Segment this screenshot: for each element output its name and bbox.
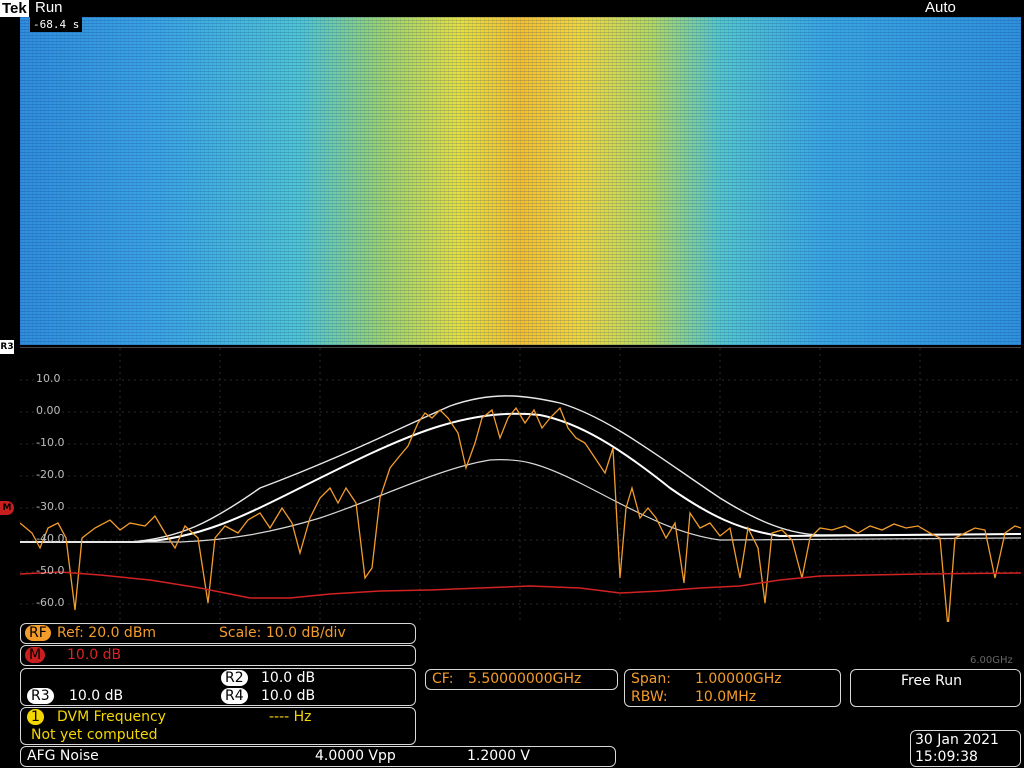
span-label: Span: [631,671,671,687]
stop-frequency-label: 6.00GHz [970,655,1013,666]
spectrogram-display[interactable] [20,17,1021,345]
afg-offset: 1.2000 V [467,748,531,764]
r3-value: 10.0 dB [69,688,124,704]
trigger-value: Free Run [901,673,963,689]
ref-marker[interactable]: R3 [0,340,14,354]
tek-logo: Tek [0,0,29,17]
rf-readout[interactable]: RF Ref: 20.0 dBm Scale: 10.0 dB/div [20,623,416,644]
math-value: 10.0 dB [67,647,122,663]
r2-value: 10.0 dB [261,670,316,686]
y-label-minus20: -20.0 [36,468,65,481]
trigger-mode-indicator[interactable]: Auto [925,0,956,16]
rbw-label: RBW: [631,689,668,705]
math-badge: M [25,647,46,663]
cf-label: CF: [432,671,454,687]
span-value: 1.00000GHz [695,671,782,687]
dvm-title: DVM Frequency [57,709,166,725]
rf-badge: RF [25,625,51,641]
y-label-minus30: -30.0 [36,500,65,513]
afg-readout[interactable]: AFG Noise 4.0000 Vpp 1.2000 V [20,746,616,767]
rf-scale: Scale: 10.0 dB/div [219,625,346,641]
y-label-0: 0.00 [36,404,61,417]
dvm-value: ---- Hz [269,709,312,725]
dvm-readout[interactable]: 1 DVM Frequency ---- Hz Not yet computed [20,707,416,745]
date-value: 30 Jan 2021 [915,732,999,748]
y-label-minus50: -50.0 [36,564,65,577]
time-value: 15:09:38 [915,749,978,765]
spectrum-graticule[interactable] [20,347,1021,622]
center-frequency-readout[interactable]: CF: 5.50000000GHz [425,669,618,690]
rbw-value: 10.0MHz [695,689,757,705]
top-status-bar: Tek Run Auto [0,0,1024,17]
trigger-readout[interactable]: Free Run [850,669,1021,707]
spectrum-traces [20,348,1021,622]
rf-ref-level: Ref: 20.0 dBm [57,625,157,641]
math-readout[interactable]: M 10.0 dB [20,645,416,666]
y-label-minus10: -10.0 [36,436,65,449]
reference-readout[interactable]: R2 10.0 dB R3 10.0 dB R4 10.0 dB [20,668,416,706]
r4-value: 10.0 dB [261,688,316,704]
r2-badge: R2 [221,670,248,686]
afg-label: AFG Noise [27,748,99,764]
span-rbw-readout[interactable]: Span: 1.00000GHz RBW: 10.0MHz [624,669,841,707]
math-marker[interactable]: M [0,501,14,515]
cf-value: 5.50000000GHz [468,671,582,687]
r3-badge: R3 [27,688,54,704]
datetime-readout[interactable]: 30 Jan 2021 15:09:38 [910,730,1021,767]
run-state-indicator[interactable]: Run [35,0,63,16]
y-label-minus40: -40.0 [36,532,65,545]
dvm-status: Not yet computed [31,727,158,743]
y-label-10: 10.0 [36,372,61,385]
spectrogram-time-offset: -68.4 s [30,17,83,32]
afg-amplitude: 4.0000 Vpp [315,748,396,764]
r4-badge: R4 [221,688,248,704]
y-label-minus60: -60.0 [36,596,65,609]
dvm-channel-badge: 1 [27,709,44,725]
